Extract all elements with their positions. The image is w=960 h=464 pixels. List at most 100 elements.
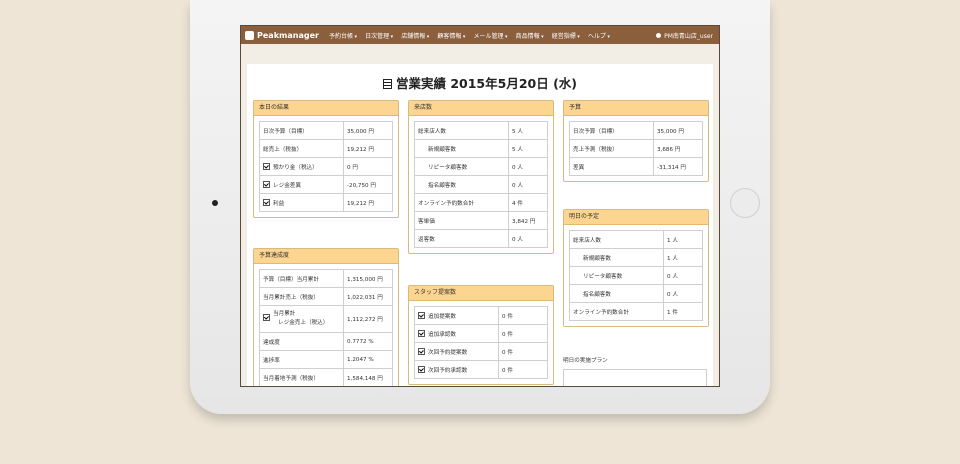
row-value: 35,000 円 (653, 121, 703, 140)
row-value: 3,686 円 (653, 139, 703, 158)
plan-textarea[interactable] (563, 369, 707, 386)
table-row: 客単価 3,842 円 (414, 211, 548, 230)
panel-header: 予算 (564, 101, 708, 116)
row-label: 達成度 (259, 332, 344, 351)
main-content: 営業実績 2015年5月20日 (水) 本日の結果 日次予算（目標） 35,000… (247, 64, 713, 386)
table-row: 返客数 0 人 (414, 229, 548, 248)
row-label: オンライン予約数合計 (569, 302, 664, 321)
row-label: 利益 (273, 201, 285, 207)
panel-staff-proposals: スタッフ提案数 追加提案数 0 件 追加承認数 0 件 次回予約提案数 0 件 次回予… (408, 285, 554, 385)
row-label: 日次予算（目標） (569, 121, 654, 140)
table-row: リピータ顧客数 0 人 (569, 266, 703, 285)
table-row: 日次予算（目標） 35,000 円 (259, 121, 393, 140)
nav-item-products[interactable]: 商品情報 (512, 31, 548, 40)
tomorrow-plan-section: 明日の実施プラン (563, 356, 707, 386)
nav-item-help[interactable]: ヘルプ (584, 31, 614, 40)
nav-item-store[interactable]: 店舗情報 (397, 31, 433, 40)
checkbox[interactable] (263, 162, 270, 170)
nav-item-reservations[interactable]: 予約台帳 (325, 31, 361, 40)
panel-header: 来店数 (409, 101, 553, 116)
row-value: 1,022,031 円 (343, 287, 393, 306)
row-label: 次回予約承認数 (428, 368, 468, 374)
camera-icon (212, 200, 218, 206)
row-value: 0 件 (498, 342, 548, 361)
row-value: 1,112,272 円 (343, 305, 393, 333)
panel-budget: 予算 日次予算（目標） 35,000 円 売上予測（税抜） 3,686 円 差異 -3… (563, 100, 709, 182)
row-label: 指名顧客数 (414, 175, 509, 194)
row-label: 売上予測（税抜） (569, 139, 654, 158)
home-button[interactable] (730, 188, 760, 218)
row-value: 35,000 円 (343, 121, 393, 140)
nav-item-mail[interactable]: メール管理 (469, 31, 511, 40)
today-table: 日次予算（目標） 35,000 円 総売上（税抜） 19,212 円 預かり金（税込… (259, 121, 393, 212)
tablet-frame: Peakmanager 予約台帳 日次管理 店舗情報 顧客情報 メール管理 商品… (190, 0, 770, 414)
panel-header: 予算達成度 (254, 249, 398, 264)
top-navbar: Peakmanager 予約台帳 日次管理 店舗情報 顧客情報 メール管理 商品… (241, 26, 719, 44)
table-row: 当月着地予測（税抜） 1,584,148 円 (259, 368, 393, 386)
row-value: 0 人 (508, 175, 548, 194)
row-label: 当月着地予測（税抜） (259, 368, 344, 386)
logo-text: Peakmanager (257, 30, 319, 40)
panel-visitors: 来店数 総来店人数 5 人 新規顧客数 5 人 リピータ顧客数 0 人 指名顧客数 0 … (408, 100, 554, 254)
row-value: 5 人 (508, 121, 548, 140)
table-row: オンライン予約数合計 1 件 (569, 302, 703, 321)
panel-header: 明日の予定 (564, 210, 708, 225)
checkbox[interactable] (418, 311, 425, 319)
row-value: 1 人 (663, 230, 703, 249)
staff-table: 追加提案数 0 件 追加承認数 0 件 次回予約提案数 0 件 次回予約承認数 0 件 (414, 306, 548, 379)
table-row: 進捗率 1.2047 % (259, 350, 393, 369)
user-icon (656, 32, 662, 38)
document-icon (382, 79, 392, 89)
table-row: 日次予算（目標） 35,000 円 (569, 121, 703, 140)
checkbox[interactable] (263, 198, 270, 206)
row-value: 5 人 (508, 139, 548, 158)
row-label: 新規顧客数 (569, 248, 664, 267)
checkbox[interactable] (263, 180, 270, 188)
row-label: 返客数 (414, 229, 509, 248)
row-label: 当月累計売上（税抜） (259, 287, 344, 306)
nav-item-metrics[interactable]: 経営指標 (548, 31, 584, 40)
nav-item-daily[interactable]: 日次管理 (361, 31, 397, 40)
row-value: -20,750 円 (343, 175, 393, 194)
user-menu[interactable]: PM南青山店_user (656, 31, 719, 40)
row-value: 1 人 (663, 248, 703, 267)
row-label: 追加承認数 (428, 332, 456, 338)
checkbox[interactable] (263, 314, 270, 321)
checkbox[interactable] (418, 329, 425, 337)
row-label: リピータ顧客数 (569, 266, 664, 285)
table-row: 総来店人数 5 人 (414, 121, 548, 140)
table-row: 売上予測（税抜） 3,686 円 (569, 139, 703, 158)
user-name: PM南青山店_user (664, 32, 713, 40)
row-label: 日次予算（目標） (259, 121, 344, 140)
table-row: 追加提案数 0 件 (414, 306, 548, 325)
checkbox[interactable] (418, 365, 425, 373)
logo[interactable]: Peakmanager (241, 30, 325, 40)
row-value: 1 件 (663, 302, 703, 321)
row-value: -31,314 円 (653, 157, 703, 176)
table-row: 達成度 0.7772 % (259, 332, 393, 351)
row-label: 次回予約提案数 (428, 350, 468, 356)
nav-item-customers[interactable]: 顧客情報 (433, 31, 469, 40)
table-row: レジ金差異 -20,750 円 (259, 175, 393, 194)
table-row: 当月累計売上（税抜） 1,022,031 円 (259, 287, 393, 306)
checkbox[interactable] (418, 347, 425, 355)
row-label: 総来店人数 (569, 230, 664, 249)
table-row: 総売上（税抜） 19,212 円 (259, 139, 393, 158)
row-value: 0 件 (498, 324, 548, 343)
row-label: 総来店人数 (414, 121, 509, 140)
table-row: 追加承認数 0 件 (414, 324, 548, 343)
row-label: 進捗率 (259, 350, 344, 369)
panel-budget-achievement: 予算達成度 予算（目標）当月累計 1,315,000 円 当月累計売上（税抜） 1,… (253, 248, 399, 386)
table-row: 当月累計 レジ金売上（税込） 1,112,272 円 (259, 305, 393, 333)
row-label: 追加提案数 (428, 314, 456, 320)
clover-logo-icon (245, 30, 254, 40)
row-label: レジ金差異 (273, 183, 301, 189)
table-row: 次回予約提案数 0 件 (414, 342, 548, 361)
page-title-text: 営業実績 2015年5月20日 (水) (395, 76, 577, 91)
budget-table: 日次予算（目標） 35,000 円 売上予測（税抜） 3,686 円 差異 -31,3… (569, 121, 703, 176)
table-row: 指名顧客数 0 人 (414, 175, 548, 194)
app-screen: Peakmanager 予約台帳 日次管理 店舗情報 顧客情報 メール管理 商品… (240, 25, 720, 387)
tomorrow-table: 総来店人数 1 人 新規顧客数 1 人 リピータ顧客数 0 人 指名顧客数 0 人 オン… (569, 230, 703, 321)
row-value: 19,212 円 (343, 193, 393, 212)
row-value: 0 人 (663, 284, 703, 303)
